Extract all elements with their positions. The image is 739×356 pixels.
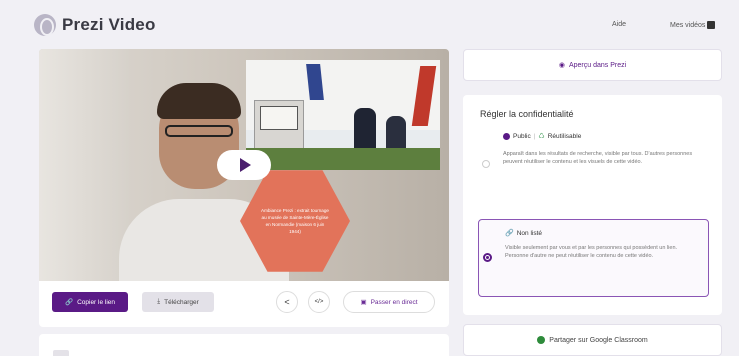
details-card — [39, 334, 449, 356]
preview-label: Aperçu dans Prezi — [568, 61, 627, 69]
radio-public[interactable] — [482, 160, 490, 168]
nav-help-link[interactable]: Aide — [612, 21, 626, 28]
separator: | — [533, 132, 536, 140]
privacy-option-unlisted[interactable]: 🔗 Non listé Visible seulement par vous e… — [478, 219, 709, 297]
classroom-label: Partager sur Google Classroom — [549, 336, 648, 344]
hedge — [246, 148, 440, 170]
unlisted-description: Visible seulement par vous et par les pe… — [505, 245, 678, 259]
globe-icon — [503, 132, 510, 140]
hexagon-caption-text: Ambiance Prezi : extrait tournage au mus… — [261, 208, 329, 234]
google-classroom-icon — [537, 336, 546, 344]
code-icon: </> — [314, 299, 324, 305]
slide-image — [246, 60, 440, 170]
download-label: Télécharger — [164, 298, 199, 306]
nav-my-videos-label: Mes vidéos — [670, 21, 706, 29]
video-shelf — [39, 49, 129, 281]
presenter-glasses — [165, 125, 233, 137]
embed-button[interactable]: </> — [308, 291, 330, 313]
video-player[interactable]: Ambiance Prezi : extrait tournage au mus… — [39, 49, 449, 281]
share-button[interactable]: < — [276, 291, 298, 313]
play-button[interactable] — [217, 150, 271, 180]
privacy-title: Régler la confidentialité — [480, 109, 574, 119]
video-card: Ambiance Prezi : extrait tournage au mus… — [39, 49, 449, 327]
public-description: Apparaît dans les résultats de recherche… — [503, 151, 693, 165]
app-title: Prezi Video — [62, 15, 156, 34]
go-live-button[interactable]: ▣ Passer en direct — [343, 291, 435, 313]
presenter-hair — [157, 83, 241, 119]
plaque — [260, 106, 298, 130]
copy-link-label: Copier le lien — [77, 298, 116, 306]
share-icon: < — [284, 297, 290, 307]
public-option-header: Public | ♺ Réutilisable — [503, 132, 581, 140]
unlisted-label: Non listé — [516, 229, 543, 237]
figure-person — [354, 108, 376, 152]
app-logo[interactable]: Prezi Video — [34, 14, 156, 36]
preview-in-prezi-button[interactable]: ◉ Aperçu dans Prezi — [463, 49, 722, 81]
download-icon: ⤓ — [157, 298, 161, 305]
eye-icon: ◉ — [558, 62, 565, 69]
live-icon: ▣ — [360, 299, 367, 306]
avatar — [53, 350, 69, 356]
link-icon: 🔗 — [505, 230, 514, 237]
privacy-option-public[interactable]: Public | ♺ Réutilisable Apparaît dans le… — [480, 128, 707, 212]
link-icon: 🔗 — [64, 299, 74, 306]
go-live-label: Passer en direct — [370, 298, 418, 306]
top-bar: Prezi Video Aide Mes vidéos — [0, 0, 739, 46]
copy-link-button[interactable]: 🔗 Copier le lien — [52, 292, 128, 312]
radio-unlisted[interactable] — [483, 253, 492, 262]
reusable-label: Réutilisable — [547, 132, 582, 140]
video-action-bar: 🔗 Copier le lien ⤓ Télécharger < </> ▣ P… — [39, 281, 449, 327]
unlisted-option-header: 🔗 Non listé — [505, 229, 543, 238]
nav-my-videos-link[interactable]: Mes vidéos — [670, 21, 716, 29]
reusable-icon: ♺ — [538, 133, 545, 140]
prezi-logo-icon — [34, 14, 56, 36]
google-classroom-button[interactable]: Partager sur Google Classroom — [463, 324, 722, 356]
download-button[interactable]: ⤓ Télécharger — [142, 292, 214, 312]
public-label: Public — [513, 132, 531, 140]
play-icon — [240, 158, 251, 172]
figure-person — [386, 116, 406, 152]
privacy-panel: Régler la confidentialité Public | ♺ Réu… — [463, 95, 722, 315]
videos-badge-icon — [707, 21, 716, 29]
